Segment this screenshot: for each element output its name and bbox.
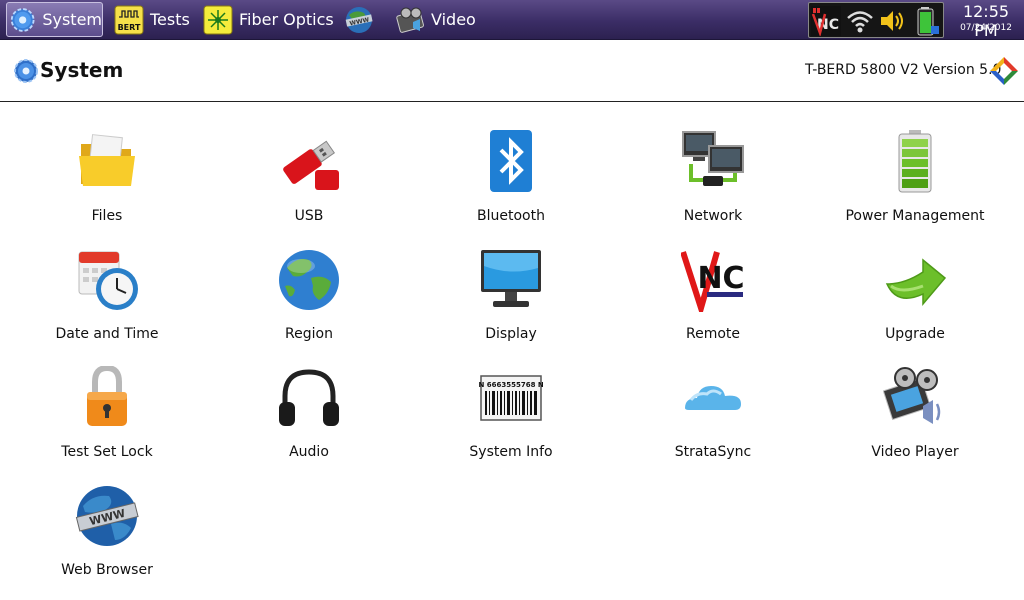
app-display-label: Display [485, 326, 537, 342]
battery-icon [898, 130, 932, 193]
app-remote[interactable]: NC Remote [612, 248, 814, 358]
www-globe-icon: WWW [345, 6, 373, 33]
battery-icon[interactable] [911, 6, 941, 36]
app-stratasync[interactable]: StrataSync [612, 366, 814, 476]
app-remote-label: Remote [685, 326, 741, 342]
upgrade-arrow-icon [885, 258, 947, 307]
remote-vnc-icon[interactable]: NC [811, 6, 841, 36]
app-test-set-lock[interactable]: Test Set Lock [6, 366, 208, 476]
vnc-icon: NC [681, 251, 745, 312]
clock-time: 12:55 PM [962, 2, 1010, 40]
app-usb-label: USB [294, 208, 324, 224]
globe-icon [279, 250, 339, 310]
system-info-serial: SN 6663555768 NT [479, 381, 543, 389]
app-upgrade-label: Upgrade [885, 326, 945, 342]
tab-fiber-optics[interactable]: Fiber Optics [203, 2, 334, 37]
bert-icon: BERT [114, 5, 144, 34]
app-region-label: Region [285, 326, 333, 342]
calendar-clock-icon [78, 251, 138, 310]
app-video-player-label: Video Player [871, 444, 959, 460]
fiber-optics-icon [203, 5, 233, 34]
app-upgrade[interactable]: Upgrade [814, 248, 1016, 358]
app-files-label: Files [91, 208, 123, 224]
tab-video[interactable]: Video [395, 2, 476, 37]
system-tray: NC [808, 2, 944, 38]
app-audio-label: Audio [289, 444, 329, 460]
gear-icon [10, 7, 35, 32]
bluetooth-icon [490, 130, 532, 192]
clock-date: 07/24/2012 [960, 23, 1012, 33]
tab-system-label: System [42, 10, 102, 29]
app-network-label: Network [683, 208, 743, 224]
app-bluetooth[interactable]: Bluetooth [410, 130, 612, 240]
page-header: System T-BERD 5800 V2 Version 5.0 [0, 40, 1024, 102]
app-test-set-lock-label: Test Set Lock [61, 444, 153, 460]
lock-icon [87, 366, 127, 426]
app-bluetooth-label: Bluetooth [477, 208, 545, 224]
app-usb[interactable]: USB [208, 130, 410, 240]
app-network[interactable]: Network [612, 130, 814, 240]
bert-badge-text: BERT [118, 23, 141, 32]
app-files[interactable]: Files [6, 130, 208, 240]
tab-system[interactable]: System [6, 2, 103, 37]
app-power-management-label: Power Management [845, 208, 985, 224]
app-stratasync-label: StrataSync [674, 444, 752, 460]
app-video-player[interactable]: Video Player [814, 366, 1016, 476]
version-label: T-BERD 5800 V2 Version 5.0 [805, 62, 1002, 78]
speaker-icon[interactable] [877, 6, 907, 36]
tab-fiber-optics-label: Fiber Optics [239, 10, 334, 29]
app-audio[interactable]: Audio [208, 366, 410, 476]
usb-icon [283, 140, 339, 190]
tab-tests-label: Tests [150, 10, 190, 29]
app-date-and-time-label: Date and Time [55, 326, 159, 342]
video-icon [396, 7, 424, 33]
wifi-icon[interactable] [845, 6, 875, 36]
tab-web[interactable]: WWW [344, 2, 380, 37]
network-icon [682, 131, 744, 186]
monitor-icon [481, 250, 541, 307]
viavi-logo-icon [990, 57, 1018, 85]
headphones-icon [279, 369, 339, 426]
tab-tests[interactable]: BERT Tests [114, 2, 190, 37]
folder-icon [79, 134, 135, 186]
www-globe-icon: WWW [75, 486, 139, 546]
page-title: System [40, 58, 124, 82]
tab-video-label: Video [431, 10, 476, 29]
app-web-browser-label: Web Browser [61, 562, 153, 578]
app-web-browser[interactable]: WWW Web Browser [6, 484, 208, 594]
app-power-management[interactable]: Power Management [814, 130, 1016, 240]
cloud-icon [685, 386, 741, 410]
gear-icon [14, 59, 38, 83]
app-system-info-label: System Info [469, 444, 553, 460]
film-reel-icon [883, 367, 941, 424]
barcode-icon: SN 6663555768 NT [479, 375, 543, 421]
app-date-and-time[interactable]: Date and Time [6, 248, 208, 358]
app-region[interactable]: Region [208, 248, 410, 358]
app-system-info[interactable]: SN 6663555768 NT System Info [410, 366, 612, 476]
app-display[interactable]: Display [410, 248, 612, 358]
svg-text:NC: NC [697, 261, 744, 296]
task-bar: System BERT Tests Fiber Optics WWW Video… [0, 0, 1024, 40]
